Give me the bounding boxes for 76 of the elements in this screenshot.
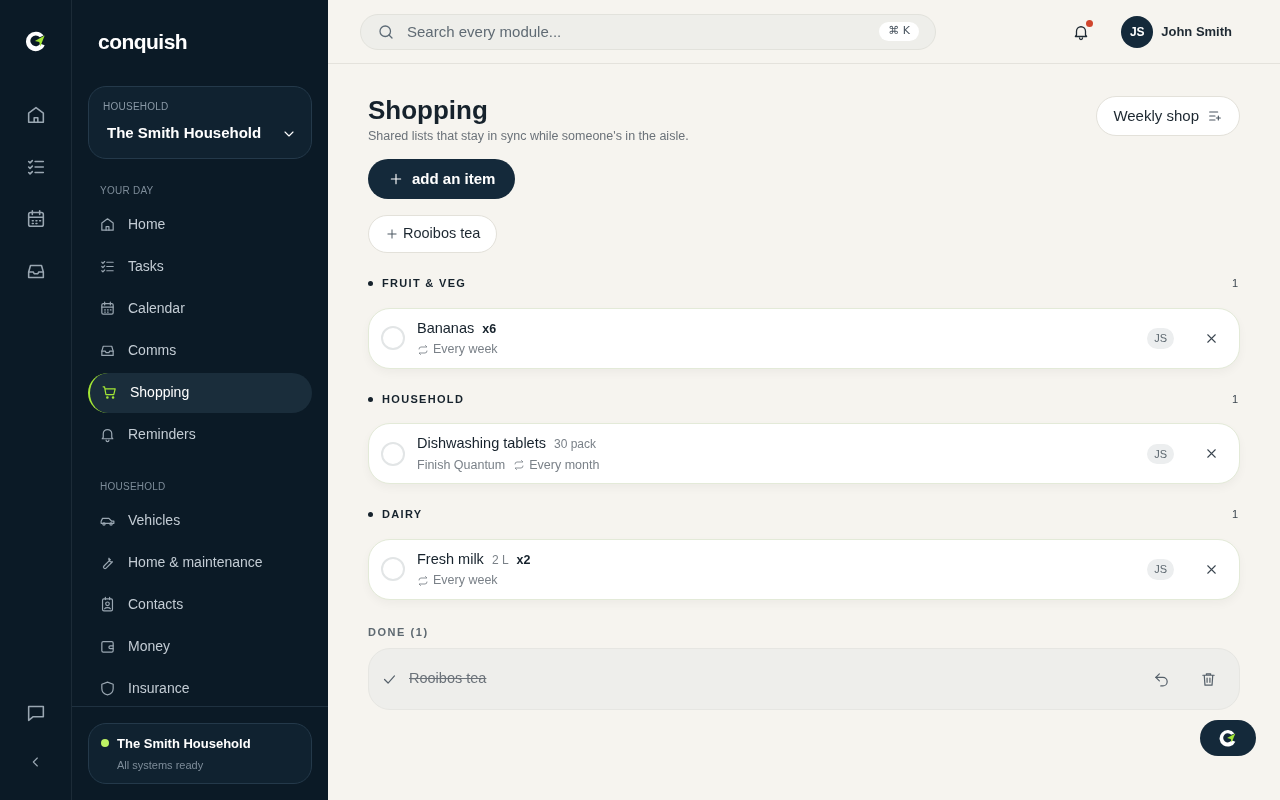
repeat-icon — [417, 343, 429, 356]
repeat-label: Every week — [433, 341, 498, 359]
cart-icon — [101, 384, 118, 401]
nav-item[interactable]: Comms — [88, 330, 312, 371]
bell-icon — [99, 426, 116, 443]
nav-item[interactable]: Insurance — [88, 668, 312, 706]
undo-icon — [1153, 670, 1170, 688]
group-heading: FRUIT & VEG — [382, 276, 467, 292]
nav-item[interactable]: Reminders — [88, 414, 312, 455]
suggestion-chip[interactable]: Rooibos tea — [368, 215, 498, 254]
nav-item[interactable]: Home — [88, 204, 312, 245]
nav-item[interactable]: Vehicles — [88, 500, 312, 541]
done-item-name: Rooibos tea — [409, 669, 487, 689]
item-name: Bananas — [417, 318, 475, 338]
page-title: Shopping — [368, 94, 489, 127]
nav-item[interactable]: Home & maintenance — [88, 542, 312, 583]
nav-item[interactable]: Calendar — [88, 288, 312, 329]
nav-item[interactable]: Money — [88, 626, 312, 667]
bullet-icon — [368, 281, 373, 286]
item-checkbox[interactable] — [381, 326, 405, 351]
group-count: 1 — [1231, 507, 1238, 523]
add-item-button[interactable]: add an item — [368, 159, 516, 200]
group-heading: HOUSEHOLD — [382, 391, 465, 407]
search-field[interactable]: Search every module... ⌘ K — [360, 13, 936, 50]
repeat-label: Every month — [529, 456, 600, 474]
brand-logo: conquish — [98, 29, 189, 55]
checklist-icon — [99, 258, 116, 275]
search-icon — [377, 22, 395, 41]
page-subtitle: Shared lists that stay in sync while someone's in the aisle. — [368, 127, 689, 145]
search-field[interactable]: Search every module... — [407, 14, 868, 49]
section-heading: YOUR DAY — [99, 183, 155, 198]
item-checkbox[interactable] — [381, 557, 405, 582]
group-heading: DAIRY — [382, 507, 423, 523]
household-name: The Smith Household — [107, 123, 262, 144]
calendar-icon — [99, 300, 116, 317]
assistant-button[interactable] — [1200, 720, 1256, 756]
repeat-icon — [513, 459, 526, 472]
repeat-icon — [417, 574, 429, 587]
item-quantity: x2 — [516, 551, 531, 569]
plus-icon — [385, 227, 399, 242]
bullet-icon — [368, 512, 373, 517]
group-count: 1 — [1231, 276, 1238, 292]
assignee-badge: JS — [1147, 559, 1174, 580]
nav-item[interactable]: Shopping — [88, 372, 312, 413]
contact-card-icon — [99, 596, 116, 613]
item-brand: Finish Quantum — [417, 456, 506, 474]
nav-item[interactable]: Contacts — [88, 584, 312, 625]
section-heading: HOUSEHOLD — [99, 479, 167, 494]
list-plus-icon — [1207, 108, 1223, 124]
home-icon — [99, 216, 116, 233]
household-select-label: HOUSEHOLD — [103, 100, 170, 115]
user-avatar[interactable]: JS — [1121, 15, 1154, 48]
group-count: 1 — [1231, 391, 1238, 407]
wallet-icon — [99, 638, 116, 655]
item-size: 30 pack — [553, 436, 596, 453]
repeat-label: Every week — [433, 572, 498, 590]
item-size: 2 L — [491, 551, 509, 569]
restore-button[interactable] — [1153, 670, 1170, 688]
shield-icon — [99, 680, 116, 697]
status-title: The Smith Household — [117, 734, 251, 753]
user-name[interactable]: John Smith — [1161, 21, 1232, 42]
nav-item[interactable]: Tasks — [88, 246, 312, 287]
assignee-badge: JS — [1147, 443, 1174, 464]
status-subtitle: All systems ready — [116, 758, 205, 773]
delete-button[interactable] — [1200, 670, 1217, 688]
done-heading: DONE (1) — [368, 624, 430, 640]
assignee-badge: JS — [1147, 328, 1174, 349]
item-quantity: x6 — [482, 320, 497, 338]
household-select[interactable]: HOUSEHOLD The Smith Household — [88, 85, 312, 159]
item-name: Fresh milk — [417, 549, 484, 569]
weekly-shop-button[interactable]: Weekly shop — [1096, 96, 1240, 136]
shortcut-hint: ⌘ K — [879, 22, 919, 41]
trash-icon — [1200, 670, 1217, 688]
item-checkbox[interactable] — [381, 441, 405, 466]
bullet-icon — [368, 396, 373, 402]
item-name: Dishwashing tablets — [417, 434, 546, 453]
